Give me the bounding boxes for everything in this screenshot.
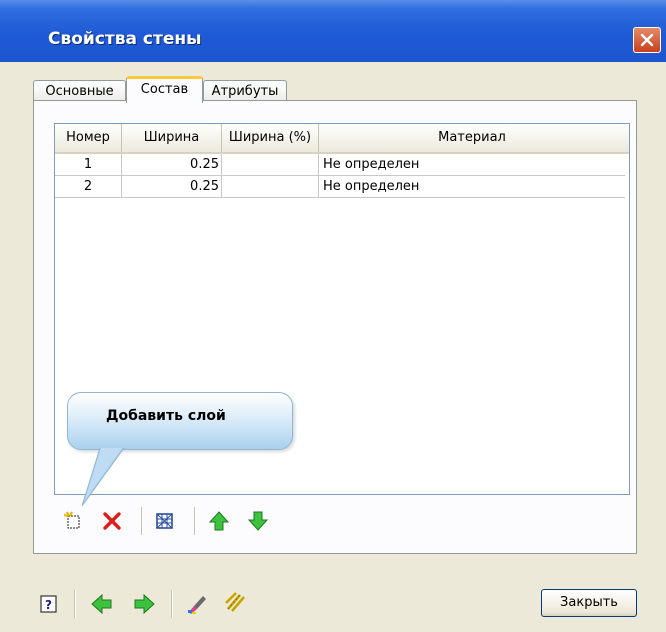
forward-arrow-icon[interactable] — [133, 593, 155, 615]
move-up-icon[interactable] — [208, 510, 230, 532]
tab-composition[interactable]: Состав — [126, 76, 203, 103]
tab-general[interactable]: Основные — [33, 80, 126, 102]
window-close-button[interactable] — [633, 27, 661, 53]
cell-width-percent[interactable] — [222, 154, 319, 176]
help-icon[interactable]: ? — [38, 593, 60, 615]
col-material-header[interactable]: Материал — [319, 124, 625, 152]
cell-number[interactable]: 1 — [55, 154, 122, 176]
cell-width[interactable]: 0.25 — [122, 176, 222, 198]
tooltip-text: Добавить слой — [106, 408, 226, 424]
table-header: Номер Ширина Ширина (%) Материал — [55, 124, 629, 154]
close-button[interactable]: Закрыть — [541, 589, 637, 617]
tab-attributes[interactable]: Атрибуты — [203, 80, 287, 102]
cell-width[interactable]: 0.25 — [122, 154, 222, 176]
paint-brush-icon[interactable] — [186, 593, 208, 615]
col-width-header[interactable]: Ширина — [122, 124, 222, 152]
col-number-header[interactable]: Номер — [55, 124, 122, 152]
svg-text:?: ? — [45, 598, 52, 612]
tooltip-pointer — [82, 448, 125, 507]
col-width-percent-header[interactable]: Ширина (%) — [222, 124, 319, 152]
wall-properties-dialog: Свойства стены Основные Состав Атрибуты … — [0, 0, 666, 632]
dialog-client-area: Основные Состав Атрибуты Номер Ширина Ши… — [0, 62, 666, 632]
back-arrow-icon[interactable] — [91, 593, 113, 615]
title-bar[interactable]: Свойства стены — [0, 0, 666, 62]
cell-material[interactable]: Не определен — [319, 176, 625, 198]
close-icon — [640, 33, 654, 47]
cell-material[interactable]: Не определен — [319, 154, 625, 176]
cell-width-percent[interactable] — [222, 176, 319, 198]
cell-number[interactable]: 2 — [55, 176, 122, 198]
pattern-tool-icon[interactable] — [224, 591, 246, 613]
table-row[interactable]: 1 0.25 Не определен — [55, 154, 629, 176]
move-down-icon[interactable] — [247, 510, 269, 532]
toolbar-separator — [74, 590, 76, 618]
layer-grid-icon[interactable] — [154, 510, 176, 532]
add-layer-tooltip: Добавить слой — [67, 392, 293, 450]
toolbar-separator — [194, 507, 196, 535]
toolbar-separator — [171, 590, 173, 618]
window-title: Свойства стены — [48, 29, 202, 49]
table-row[interactable]: 2 0.25 Не определен — [55, 176, 629, 198]
